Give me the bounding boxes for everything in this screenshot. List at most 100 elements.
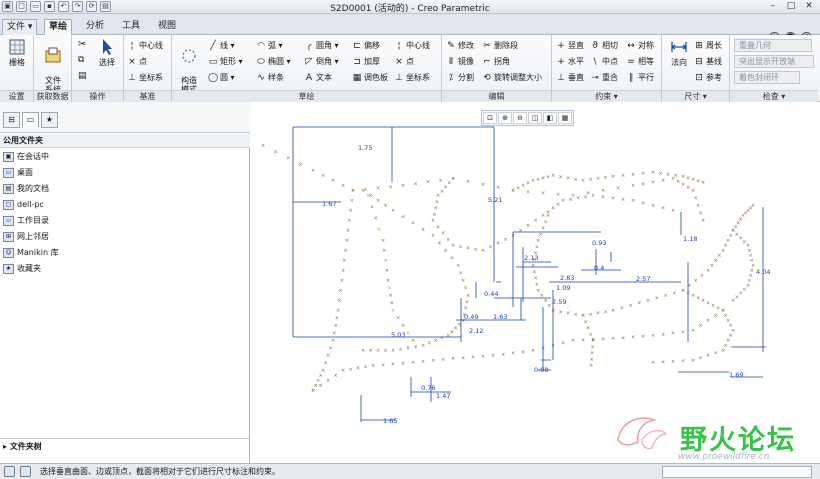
constraint-parallel[interactable]: ∥ 平行 — [626, 72, 654, 84]
folder-my-documents[interactable]: ▤ 我的文档 — [3, 181, 49, 197]
folder-network[interactable]: ⊞ 网上邻居 — [3, 229, 49, 245]
dim-value[interactable]: 1.47 — [436, 392, 450, 400]
selection-filter[interactable] — [662, 466, 812, 478]
tab-view[interactable]: 视图 — [154, 19, 180, 35]
file-system-button[interactable]: 文件 系统 — [38, 38, 68, 94]
dim-value[interactable]: 2.13 — [524, 254, 538, 262]
dim-value[interactable]: 0.08 — [534, 366, 548, 374]
sketch-text[interactable]: A 文本 — [304, 72, 332, 84]
sketch-chamfer[interactable]: ◸ 倒角 ▾ — [304, 56, 339, 68]
sketch-chamfer-label: 倒角 — [316, 57, 332, 66]
dim-value[interactable]: 1.69 — [729, 371, 743, 379]
constraint-coincident[interactable]: ⊸ 重合 — [590, 72, 618, 84]
folder-favorites[interactable]: ★ 收藏夹 — [3, 261, 41, 277]
dim-value[interactable]: 2.83 — [560, 274, 574, 282]
sketch-thicken[interactable]: ⊐ 加厚 — [352, 56, 380, 68]
edit-corner[interactable]: ⌐ 拐角 — [482, 56, 510, 68]
select-button[interactable]: 选择 — [92, 38, 122, 67]
constraint-midpoint[interactable]: \ 中点 — [590, 56, 618, 68]
dim-value[interactable]: 4.04 — [756, 268, 770, 276]
edit-modify[interactable]: ✎ 修改 — [446, 40, 474, 52]
sketch-point-marker: × — [446, 237, 450, 243]
edit-divide[interactable]: ⁒ 分割 — [446, 72, 474, 84]
maximize-button[interactable]: □ — [784, 1, 798, 12]
favorites-tab[interactable]: ★ — [41, 112, 58, 128]
dim-value[interactable]: 1.09 — [556, 284, 570, 292]
dimension-reference[interactable]: ⊡ 参考 — [694, 72, 722, 84]
tab-sketch[interactable]: 草绘 — [44, 19, 73, 35]
dim-value[interactable]: 0.49 — [464, 313, 478, 321]
cut-icon[interactable]: ✂ — [78, 39, 86, 50]
group-label-constrain: 约束 ▾ — [552, 90, 661, 102]
datum-csys[interactable]: ⊥ 坐标系 — [127, 72, 163, 84]
normal-dimension-button[interactable]: 法向 — [664, 38, 694, 67]
folder-computer[interactable]: ▢ dell-pc — [3, 197, 44, 213]
sketch-spline[interactable]: ∿ 样条 — [256, 72, 284, 84]
sketch-ellipse[interactable]: ⬭ 椭圆 ▾ — [256, 56, 290, 68]
constraint-equal[interactable]: = 相等 — [626, 56, 654, 68]
grid-button[interactable]: 栅格 — [2, 38, 32, 67]
sketch-point-marker: × — [686, 185, 690, 191]
datum-point[interactable]: × 点 — [127, 56, 147, 68]
constraint-vertical[interactable]: + 竖直 — [556, 40, 584, 52]
group-edit: ✎ 修改 ⫴ 镜像 ⁒ 分割 ✂ 删除段 ⌐ 拐角 ⟲ 旋转调整大小 编辑 — [442, 35, 552, 102]
message-log-icon[interactable] — [4, 466, 15, 477]
tab-file[interactable]: 文件 ▾ — [2, 19, 38, 35]
dim-value[interactable]: 2.59 — [552, 298, 566, 306]
folder-working-directory[interactable]: ▱ 工作目录 — [3, 213, 49, 229]
dim-value[interactable]: 1.18 — [683, 235, 697, 243]
dim-value[interactable]: 1.67 — [322, 200, 336, 208]
construction-mode-button[interactable]: 构造 模式 — [174, 38, 204, 94]
dim-value[interactable]: 0.4 — [594, 264, 604, 272]
sketch-csys[interactable]: ⊥ 坐标系 — [394, 72, 430, 84]
dim-value[interactable]: 2.12 — [469, 327, 483, 335]
dimension-baseline[interactable]: ⊟ 基线 — [694, 56, 722, 68]
sketch-arc[interactable]: ◠ 弧 ▾ — [256, 40, 283, 52]
sketch-palette[interactable]: ▦ 调色板 — [352, 72, 388, 84]
dim-value[interactable]: 1.75 — [358, 144, 372, 152]
edit-mirror[interactable]: ⫴ 镜像 — [446, 56, 474, 68]
model-tree-tab[interactable]: ⊟ — [3, 112, 20, 128]
dim-value[interactable]: 1.65 — [383, 417, 397, 425]
dim-value[interactable]: 0.44 — [484, 290, 498, 298]
constraint-perpendicular[interactable]: ⊥ 垂直 — [556, 72, 584, 84]
close-button[interactable]: ✕ — [802, 1, 816, 12]
dim-value[interactable]: 2.57 — [636, 275, 650, 283]
paste-icon[interactable]: ▤ — [78, 71, 87, 81]
sketch-point[interactable]: × 点 — [394, 56, 414, 68]
dim-value[interactable]: 1.63 — [493, 313, 507, 321]
sketch-offset[interactable]: ⊏ 偏移 — [352, 40, 380, 52]
sketch-circle[interactable]: ◯ 圆 ▾ — [208, 72, 235, 84]
dim-value[interactable]: 5.03 — [391, 331, 405, 339]
folder-desktop[interactable]: ▭ 桌面 — [3, 165, 33, 181]
edit-delete-segment[interactable]: ✂ 删除段 — [482, 40, 518, 52]
dimension-perimeter[interactable]: ⊞ 周长 — [694, 40, 722, 52]
folder-manikin-library-label: Manikin 库 — [17, 248, 59, 257]
folder-browser-tab[interactable]: ▭ — [22, 112, 39, 128]
sketch-fillet[interactable]: ╭ 圆角 ▾ — [304, 40, 338, 52]
tab-analysis[interactable]: 分析 — [82, 19, 108, 35]
tab-tools[interactable]: 工具 — [118, 19, 144, 35]
dim-value[interactable]: 0.76 — [421, 384, 435, 392]
sketch-line[interactable]: ╱ 线 ▾ — [208, 40, 234, 52]
inspect-highlight-open-ends[interactable]: 突出显示开放端 — [734, 55, 814, 68]
folder-tree-header[interactable]: ▸ 文件夹树 — [0, 438, 250, 453]
sketch-area[interactable]: × × × × × × × × × × × × × × × × × × × × × × × × × × × × × × × × × × × × × × × ×… — [251, 102, 820, 463]
constraint-horizontal[interactable]: + 水平 — [556, 56, 584, 68]
dim-value[interactable]: 5.21 — [488, 196, 502, 204]
constraint-symmetric[interactable]: ↔ 对称 — [626, 40, 654, 52]
inspect-overlapping-geometry[interactable]: 重叠几何 — [734, 39, 812, 52]
edit-rotate-resize[interactable]: ⟲ 旋转调整大小 — [482, 72, 542, 84]
copy-icon[interactable]: ⧉ — [78, 55, 84, 65]
tips-icon[interactable] — [20, 466, 31, 477]
inspect-shade-closed-loops[interactable]: 着色封闭环 — [734, 71, 800, 84]
sketch-rectangle[interactable]: ▭ 矩形 ▾ — [208, 56, 243, 68]
folder-in-session[interactable]: ▣ 在会话中 — [3, 149, 49, 165]
datum-centerline[interactable]: ¦ 中心线 — [127, 40, 163, 52]
minimize-button[interactable]: – — [766, 1, 780, 12]
dim-value[interactable]: 0.93 — [592, 239, 606, 247]
graphics-window[interactable]: ⊡ ⊕ ⊖ ◫ ◧ ▦ × × × × × × × × × × × × × × × × × × × × × × × × × × × ×… — [251, 102, 820, 463]
sketch-centerline[interactable]: ¦ 中心线 — [394, 40, 430, 52]
folder-manikin-library[interactable]: ☺ Manikin 库 — [3, 245, 59, 261]
constraint-tangent[interactable]: ϑ 相切 — [590, 40, 618, 52]
